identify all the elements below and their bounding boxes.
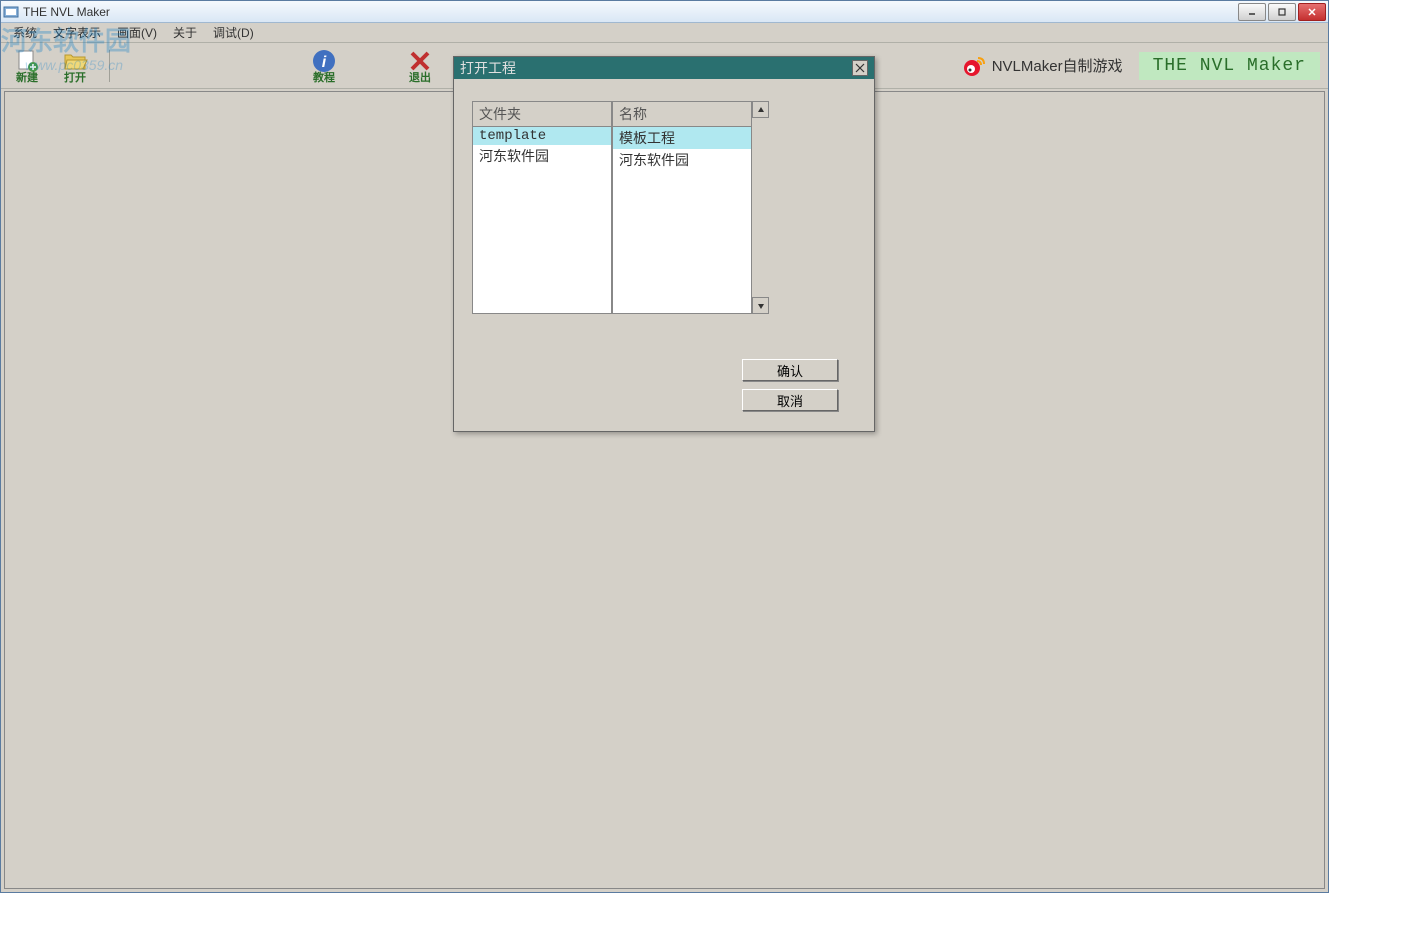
- list-scrollbar: [752, 101, 769, 314]
- list-row[interactable]: 河东软件园: [613, 149, 751, 171]
- toolbar-separator: [109, 50, 110, 82]
- chevron-down-icon: [757, 302, 765, 310]
- folder-column: 文件夹 template 河东软件园: [472, 101, 612, 314]
- close-icon: [1307, 7, 1317, 17]
- maximize-button[interactable]: [1268, 3, 1296, 21]
- name-column: 名称 模板工程 河东软件园: [612, 101, 752, 314]
- close-button[interactable]: [1298, 3, 1326, 21]
- app-window: THE NVL Maker 系统 文字表示 画面(V) 关于 调试(D): [0, 0, 1329, 893]
- open-label: 打开: [64, 69, 86, 85]
- menu-about[interactable]: 关于: [165, 22, 205, 43]
- list-row[interactable]: 模板工程: [613, 127, 751, 149]
- minimize-icon: [1247, 7, 1257, 17]
- scroll-up-button[interactable]: [752, 101, 769, 118]
- list-row[interactable]: 河东软件园: [473, 145, 611, 167]
- tutorial-label: 教程: [313, 69, 335, 85]
- menubar: 系统 文字表示 画面(V) 关于 调试(D): [1, 23, 1328, 43]
- dialog-title: 打开工程: [460, 58, 852, 78]
- scroll-down-button[interactable]: [752, 297, 769, 314]
- dialog-titlebar: 打开工程: [454, 57, 874, 79]
- weibo-link[interactable]: NVLMaker自制游戏: [962, 54, 1123, 78]
- chevron-up-icon: [757, 106, 765, 114]
- name-header: 名称: [613, 102, 751, 127]
- list-row[interactable]: template: [473, 127, 611, 145]
- menu-debug[interactable]: 调试(D): [205, 22, 262, 43]
- minimize-button[interactable]: [1238, 3, 1266, 21]
- window-controls: [1238, 3, 1326, 21]
- close-icon: [855, 63, 865, 73]
- titlebar: THE NVL Maker: [1, 1, 1328, 23]
- open-button[interactable]: 打开: [57, 45, 93, 87]
- open-project-dialog: 打开工程 文件夹 template 河东软件园 名称 模板工程 河东软件园: [453, 56, 875, 432]
- new-button[interactable]: 新建: [9, 45, 45, 87]
- menu-text-display[interactable]: 文字表示: [45, 22, 109, 43]
- folder-header: 文件夹: [473, 102, 611, 127]
- weibo-label: NVLMaker自制游戏: [992, 55, 1123, 76]
- ok-button[interactable]: 确认: [742, 359, 838, 381]
- new-label: 新建: [16, 69, 38, 85]
- dialog-close-button[interactable]: [852, 60, 868, 76]
- menu-view[interactable]: 画面(V): [109, 22, 165, 43]
- brand-badge: THE NVL Maker: [1139, 52, 1320, 80]
- dialog-buttons: 确认 取消: [742, 359, 838, 411]
- project-list: 文件夹 template 河东软件园 名称 模板工程 河东软件园: [472, 101, 769, 314]
- weibo-icon: [962, 54, 986, 78]
- menu-system[interactable]: 系统: [5, 22, 45, 43]
- maximize-icon: [1277, 7, 1287, 17]
- exit-button[interactable]: 退出: [402, 45, 438, 87]
- app-icon: [3, 4, 19, 20]
- tutorial-button[interactable]: i 教程: [306, 45, 342, 87]
- cancel-button[interactable]: 取消: [742, 389, 838, 411]
- exit-label: 退出: [409, 69, 431, 85]
- window-title: THE NVL Maker: [23, 5, 1238, 19]
